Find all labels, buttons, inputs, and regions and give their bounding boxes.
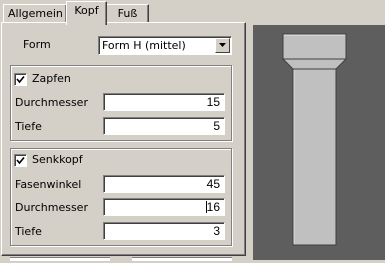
bottom-edge-right — [132, 257, 232, 261]
form-select[interactable]: Form H (mittel) — [98, 36, 232, 55]
tab-panel-kopf: Form Form H (mittel) Zapfen Durchmesser … — [1, 22, 246, 256]
zapfen-durchmesser-input[interactable]: 15 — [103, 93, 225, 111]
zapfen-durchmesser-label: Durchmesser — [15, 96, 88, 109]
form-label: Form — [23, 38, 51, 51]
senkkopf-title: Senkkopf — [32, 153, 83, 166]
senkkopf-durchmesser-input[interactable]: 16 — [103, 198, 225, 216]
form-select-value: Form H (mittel) — [102, 39, 186, 52]
zapfen-checkbox[interactable] — [14, 73, 27, 86]
senkkopf-tiefe-label: Tiefe — [15, 225, 42, 238]
chevron-down-icon — [219, 43, 226, 47]
senkkopf-checkbox[interactable] — [14, 154, 27, 167]
bottom-edge-left — [10, 257, 110, 261]
senkkopf-durchmesser-value: 16 — [206, 200, 220, 214]
senkkopf-tiefe-input[interactable]: 3 — [103, 222, 225, 240]
senkkopf-durchmesser-label: Durchmesser — [15, 201, 88, 214]
fasenwinkel-input[interactable]: 45 — [103, 175, 225, 193]
checkmark-icon — [16, 156, 25, 165]
zapfen-tiefe-input[interactable]: 5 — [103, 117, 225, 135]
tab-kopf[interactable]: Kopf — [66, 1, 107, 25]
bolt-drawing — [281, 33, 348, 246]
zapfen-tiefe-label: Tiefe — [15, 120, 42, 133]
fasenwinkel-label: Fasenwinkel — [15, 178, 82, 191]
bolt-preview — [253, 25, 385, 260]
dropdown-button[interactable] — [215, 38, 230, 53]
tab-fuss[interactable]: Fuß — [106, 4, 149, 23]
zapfen-title: Zapfen — [32, 72, 71, 85]
tab-allgemein[interactable]: Allgemein — [3, 4, 67, 23]
checkmark-icon — [16, 75, 25, 84]
